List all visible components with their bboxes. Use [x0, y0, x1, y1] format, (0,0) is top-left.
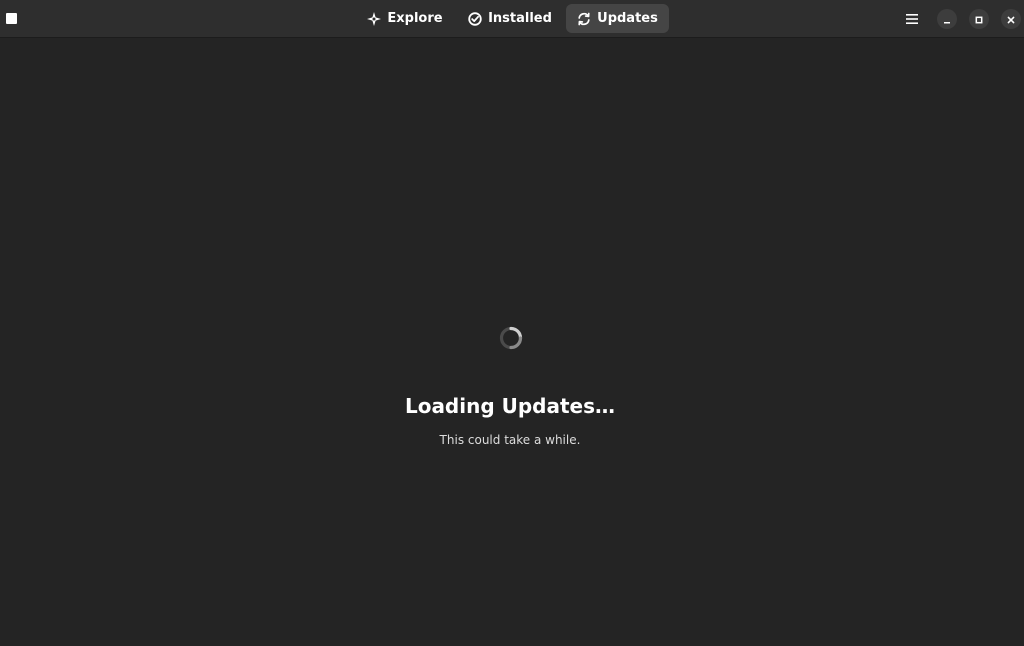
tab-explore[interactable]: Explore: [362, 4, 448, 33]
main-menu-button[interactable]: [901, 8, 923, 30]
tab-explore-label: Explore: [387, 11, 443, 26]
loading-title: Loading Updates…: [404, 394, 616, 418]
tab-installed[interactable]: Installed: [464, 4, 556, 33]
minimize-icon: [942, 10, 952, 29]
loading-spinner-icon: [498, 325, 524, 351]
tab-installed-label: Installed: [488, 11, 552, 26]
hamburger-menu-icon: [905, 10, 919, 29]
software-window: Explore Installed Updates Loading Update…: [0, 0, 1024, 646]
close-button[interactable]: [1001, 9, 1021, 29]
tab-updates[interactable]: Updates: [566, 4, 669, 33]
explore-icon: [367, 11, 382, 26]
app-icon: [6, 13, 17, 24]
close-icon: [1006, 10, 1016, 29]
updates-refresh-icon: [577, 12, 591, 26]
maximize-button[interactable]: [969, 9, 989, 29]
updates-page: Loading Updates… This could take a while…: [0, 39, 1024, 646]
tab-updates-label: Updates: [597, 11, 658, 26]
installed-check-icon: [468, 11, 482, 26]
header-bar: Explore Installed Updates: [0, 0, 1024, 38]
loading-subtitle: This could take a while.: [439, 433, 581, 447]
minimize-button[interactable]: [937, 9, 957, 29]
maximize-icon: [974, 10, 984, 29]
